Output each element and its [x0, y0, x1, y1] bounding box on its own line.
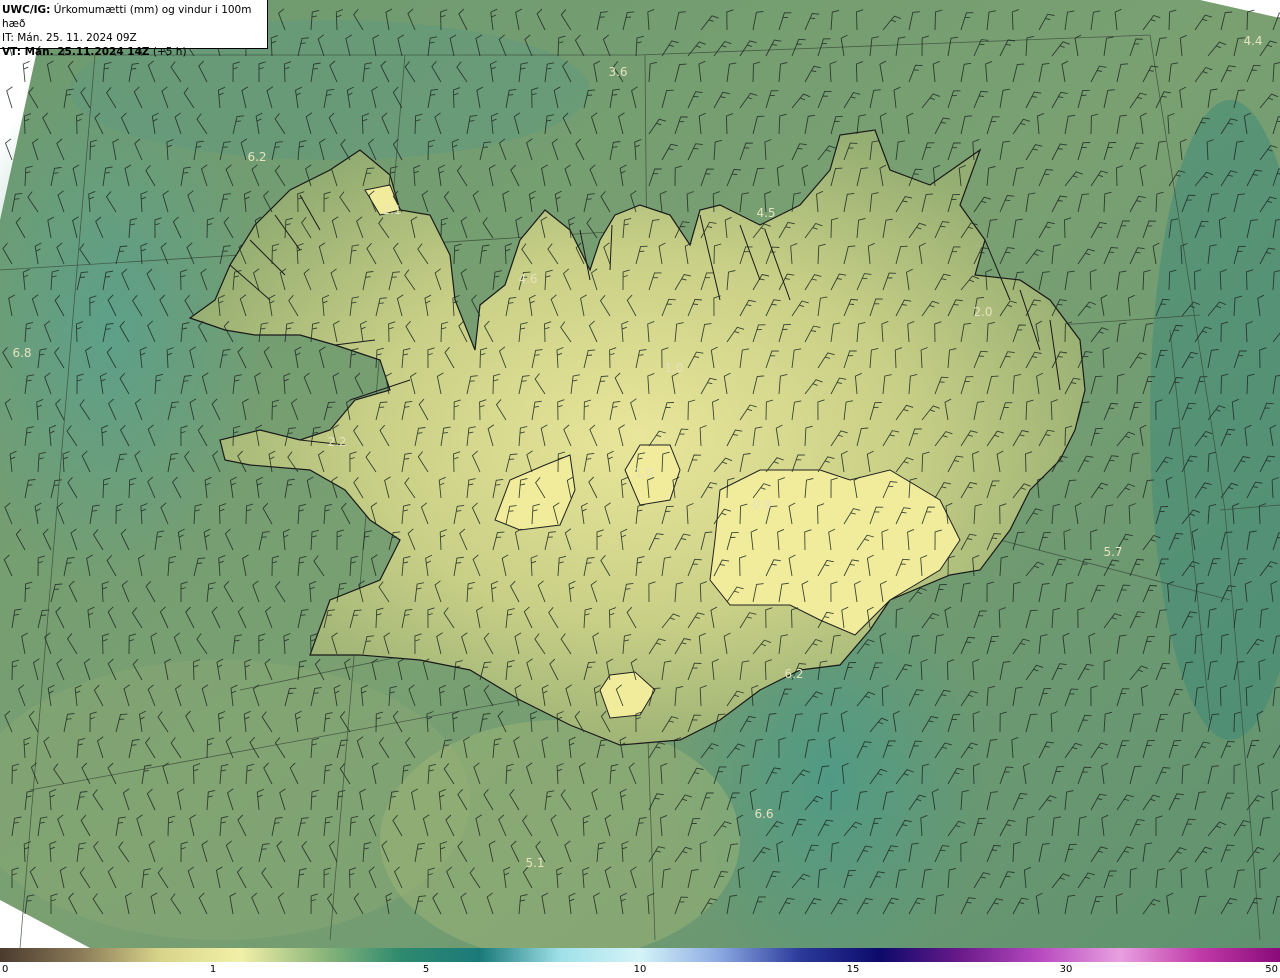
value-label: 6.2 [247, 150, 267, 164]
value-label: 0.9 [752, 498, 772, 512]
value-label: 6.2 [784, 667, 804, 681]
valid-time: VT: Mán. 25.11.2024 14Z [2, 46, 150, 58]
model-name: UWC/IG: [2, 4, 51, 16]
value-label: 5.7 [1103, 545, 1123, 559]
value-label: 4.5 [756, 206, 776, 220]
value-label: 4.6 [518, 272, 538, 286]
colorbar [0, 948, 1280, 962]
value-label: 2.0 [973, 305, 993, 319]
colorbar-tick: 30 [1059, 964, 1073, 975]
value-label: 1.0 [664, 361, 684, 375]
value-label: 6.8 [12, 346, 32, 360]
issue-time: IT: Mán. 25. 11. 2024 09Z [2, 32, 137, 44]
value-label: 5.1 [525, 856, 545, 870]
colorbar-tick: 50 [1265, 964, 1278, 975]
colorbar-tick: 5 [422, 964, 430, 975]
value-label: 3.6 [608, 65, 628, 79]
colorbar-ticks: 0 1 5 10 15 30 50 [0, 962, 1280, 978]
value-label: 2.1 [382, 203, 402, 217]
value-label: 6.6 [754, 807, 774, 821]
valid-time-line: VT: Mán. 25.11.2024 14Z (+5 h) [2, 45, 267, 59]
colorbar-tick: 15 [846, 964, 860, 975]
colorbar-tick: 0 [2, 964, 9, 975]
title-line: UWC/IG: Úrkomumætti (mm) og vindur i 100… [2, 3, 267, 31]
title-box: UWC/IG: Úrkomumætti (mm) og vindur i 100… [0, 0, 268, 58]
lead-time: (+5 h) [152, 46, 187, 58]
value-label: 1.0 [634, 466, 654, 480]
value-label: 4.4 [1243, 34, 1263, 48]
value-label: 2.2 [327, 435, 347, 449]
colorbar-tick: 1 [209, 964, 217, 975]
colorbar-tick: 10 [633, 964, 647, 975]
